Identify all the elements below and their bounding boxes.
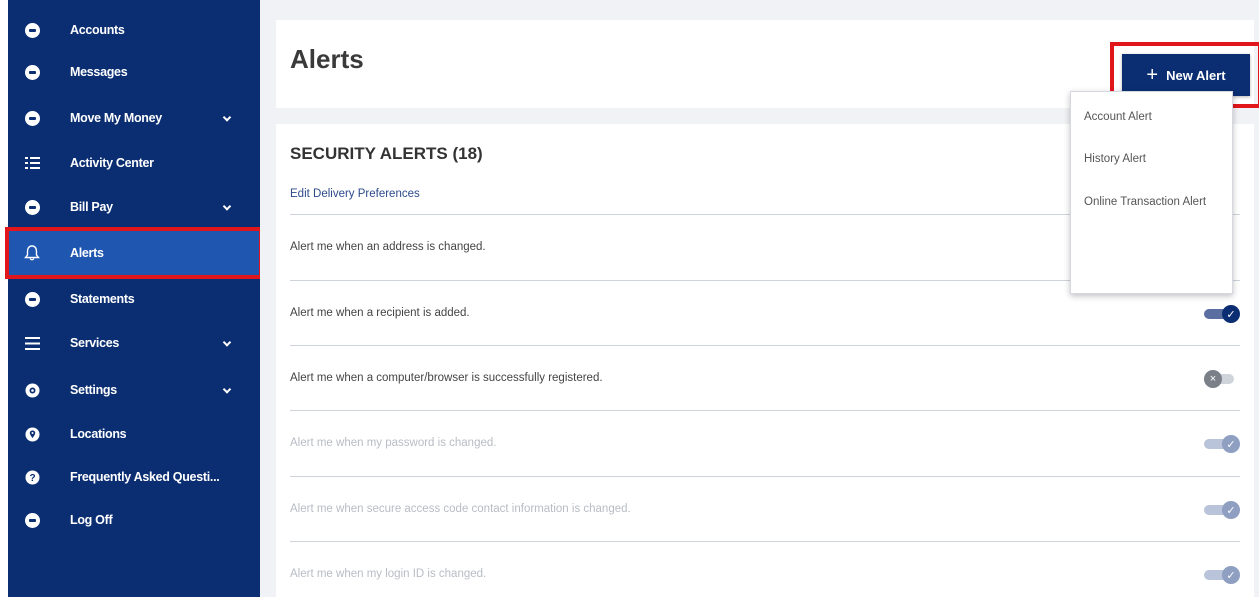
- checkmark-icon: ✓: [1222, 566, 1240, 584]
- sidebar-item-services[interactable]: Services: [8, 326, 260, 360]
- sidebar-item-move-my-money[interactable]: Move My Money: [8, 101, 260, 135]
- alert-toggle[interactable]: ✓: [1204, 305, 1240, 323]
- alert-text: Alert me when an address is changed.: [290, 241, 486, 253]
- alert-toggle[interactable]: ✓: [1204, 435, 1240, 453]
- menu-item-online-transaction-alert[interactable]: Online Transaction Alert: [1084, 195, 1219, 210]
- alert-row: Alert me when a computer/browser is succ…: [290, 345, 1240, 410]
- chevron-down-icon: [222, 385, 232, 394]
- sidebar-item-locations[interactable]: Locations: [8, 417, 260, 451]
- sidebar-item-statements[interactable]: Statements: [8, 282, 260, 316]
- gear-icon: [24, 382, 40, 398]
- checkmark-icon: ✓: [1222, 501, 1240, 519]
- chevron-down-icon: [222, 338, 232, 347]
- sidebar-item-messages[interactable]: Messages: [8, 55, 260, 89]
- main-content: Alerts + New Alert SECURITY ALERTS (18) …: [260, 0, 1259, 597]
- messages-icon: [24, 64, 40, 80]
- menu-item-history-alert[interactable]: History Alert: [1084, 152, 1219, 167]
- sidebar-item-label: Settings: [70, 383, 117, 397]
- sidebar-item-label: Activity Center: [70, 156, 154, 170]
- sidebar-item-bill-pay[interactable]: Bill Pay: [8, 190, 260, 224]
- checkmark-icon: ✓: [1222, 305, 1240, 323]
- location-pin-icon: [24, 426, 40, 442]
- menu-icon: [24, 335, 40, 351]
- alert-text: Alert me when my login ID is changed.: [290, 568, 487, 580]
- sidebar-item-label: Move My Money: [70, 111, 162, 125]
- new-alert-label: New Alert: [1166, 67, 1226, 83]
- x-icon: ×: [1204, 370, 1222, 388]
- menu-item-account-alert[interactable]: Account Alert: [1084, 110, 1219, 125]
- sidebar-item-alerts[interactable]: Alerts: [5, 227, 263, 279]
- bill-icon: [24, 199, 40, 215]
- sidebar-item-settings[interactable]: Settings: [8, 373, 260, 407]
- bell-icon: [24, 245, 40, 261]
- sidebar-item-log-off[interactable]: Log Off: [8, 503, 260, 537]
- list-icon: [24, 155, 40, 171]
- sidebar-item-label: Log Off: [70, 513, 113, 527]
- sidebar-item-faq[interactable]: ? Frequently Asked Questi...: [8, 460, 260, 494]
- question-icon: ?: [24, 469, 40, 485]
- section-title: SECURITY ALERTS (18): [290, 144, 483, 163]
- accounts-icon: [24, 22, 40, 38]
- alert-row: Alert me when secure access code contact…: [290, 476, 1240, 541]
- chevron-down-icon: [222, 202, 232, 211]
- sidebar-item-label: Alerts: [70, 246, 104, 260]
- sidebar-item-activity-center[interactable]: Activity Center: [8, 146, 260, 180]
- alert-text: Alert me when a computer/browser is succ…: [290, 372, 603, 384]
- svg-text:?: ?: [29, 473, 35, 484]
- sidebar-item-label: Accounts: [70, 23, 125, 37]
- alert-text: Alert me when secure access code contact…: [290, 503, 631, 515]
- sidebar-item-label: Bill Pay: [70, 200, 113, 214]
- checkmark-icon: ✓: [1222, 435, 1240, 453]
- edit-delivery-preferences-link[interactable]: Edit Delivery Preferences: [290, 188, 420, 200]
- sidebar: Accounts Messages Move My Money Activity…: [5, 0, 263, 597]
- chevron-down-icon: [222, 113, 232, 122]
- alert-row: Alert me when my password is changed. ✓: [290, 410, 1240, 475]
- alert-toggle[interactable]: ✓: [1204, 501, 1240, 519]
- page-title: Alerts: [290, 44, 364, 74]
- sidebar-item-label: Frequently Asked Questi...: [70, 470, 220, 484]
- statements-icon: [24, 291, 40, 307]
- alert-toggle[interactable]: ✓: [1204, 566, 1240, 584]
- transfer-icon: [24, 110, 40, 126]
- plus-icon: +: [1146, 64, 1159, 86]
- logoff-icon: [24, 512, 40, 528]
- sidebar-item-label: Messages: [70, 65, 128, 79]
- sidebar-item-label: Statements: [70, 292, 135, 306]
- sidebar-item-label: Services: [70, 336, 120, 350]
- sidebar-item-accounts[interactable]: Accounts: [8, 13, 260, 47]
- new-alert-dropdown-menu: Account Alert History Alert Online Trans…: [1070, 91, 1233, 294]
- alert-toggle[interactable]: ×: [1204, 370, 1240, 388]
- alert-text: Alert me when a recipient is added.: [290, 307, 470, 319]
- alert-row: Alert me when my login ID is changed. ✓: [290, 541, 1240, 597]
- new-alert-button[interactable]: + New Alert: [1122, 54, 1250, 96]
- sidebar-item-label: Locations: [70, 427, 127, 441]
- alert-text: Alert me when my password is changed.: [290, 437, 497, 449]
